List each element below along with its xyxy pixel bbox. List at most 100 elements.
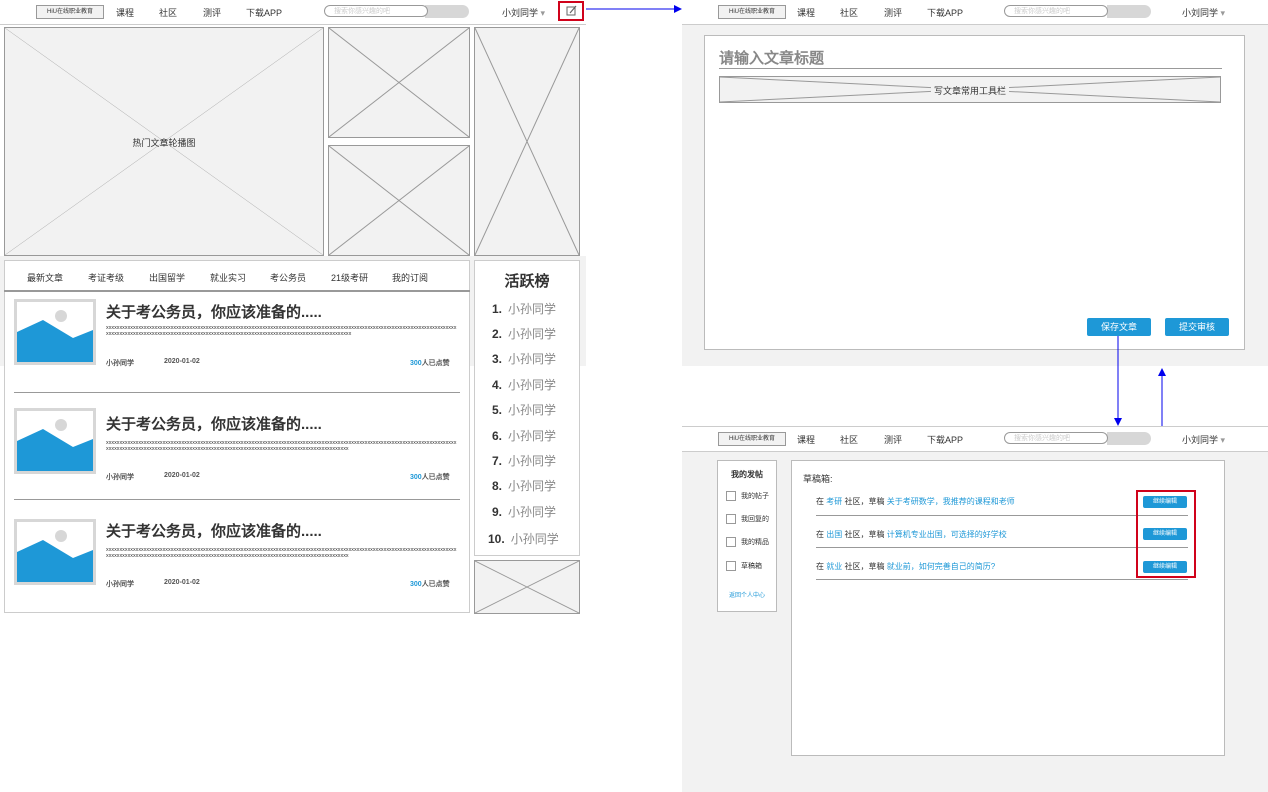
rank-number: 8. [492,479,503,493]
rank-name: 小孙同学 [508,505,557,519]
rank-name: 小孙同学 [508,403,557,417]
like-count: 300 [410,360,422,367]
submit-review-button[interactable]: 提交审核 [1165,318,1229,336]
draft-title-link[interactable]: 关于考研数学，我推荐的课程和老师 [887,497,1015,506]
article-likes: 300人已点赞 [410,579,450,589]
home-navbar: HiU在线职业教育 课程 社区 测评 下载APP 搜索你感兴趣的吧 小刘同学 ▾ [0,0,586,25]
ranking-item[interactable]: 1. 小孙同学 [492,300,556,317]
continue-edit-highlight [1136,490,1196,578]
ranking-item[interactable]: 8. 小孙同学 [492,477,556,494]
draft-divider [816,515,1188,516]
draft-title-link[interactable]: 就业前，如何完善自己的简历? [887,562,995,571]
nav-link-assessment[interactable]: 测评 [884,6,902,19]
nav-link-assessment[interactable]: 测评 [203,6,221,19]
home-logo[interactable]: HiU在线职业教育 [36,5,104,19]
search-button[interactable] [1107,432,1151,445]
nav-link-community[interactable]: 社区 [840,6,858,19]
user-name: 小刘同学 [502,8,539,18]
sidebar-item-label: 我的帖子 [741,493,769,500]
sidebar-item-my-featured[interactable]: 我的精品 [726,537,769,548]
search-input[interactable]: 搜索你感兴趣的吧 [324,5,428,17]
editor-logo[interactable]: HiU在线职业教育 [718,5,786,19]
sidebar-item-drafts[interactable]: 草稿箱 [726,561,762,572]
nav-link-assessment[interactable]: 测评 [884,433,902,446]
title-underline [719,68,1222,69]
tab-latest[interactable]: 最新文章 [27,271,63,284]
ranking-item[interactable]: 3. 小孙同学 [492,350,556,367]
banner-image-right[interactable] [474,27,580,256]
nav-link-courses[interactable]: 课程 [797,6,815,19]
carousel-label: 热门文章轮播图 [132,138,196,148]
article-title[interactable]: 关于考公务员，你应该准备的..... [106,301,322,322]
tab-subscriptions[interactable]: 我的订阅 [392,271,428,284]
rank-name: 小孙同学 [508,378,557,392]
draft-community-link[interactable]: 考研 [826,497,842,506]
like-count: 300 [410,474,422,481]
chevron-down-icon: ▾ [1220,8,1226,18]
nav-link-courses[interactable]: 课程 [116,6,134,19]
rank-name: 小孙同学 [508,327,557,341]
article-author[interactable]: 小孙同学 [106,358,134,368]
placeholder-cross-icon [475,561,579,613]
rank-number: 2. [492,327,503,341]
tab-internship[interactable]: 就业实习 [210,271,246,284]
search-button[interactable] [1107,5,1151,18]
article-date: 2020-01-02 [164,358,200,365]
nav-link-courses[interactable]: 课程 [797,433,815,446]
sidebar-item-my-posts[interactable]: 我的帖子 [726,491,769,502]
draft-prefix: 在 [816,562,824,571]
edit-icon [566,5,577,16]
ranking-item[interactable]: 7. 小孙同学 [492,452,556,469]
user-menu[interactable]: 小刘同学 ▾ [502,6,545,19]
banner-image-bottom[interactable] [328,145,470,256]
article-title[interactable]: 关于考公务员，你应该准备的..... [106,413,322,434]
ranking-item[interactable]: 9. 小孙同学 [492,503,556,520]
back-to-profile-link[interactable]: 返回个人中心 [717,590,777,599]
tab-postgrad-21[interactable]: 21级考研 [331,271,368,284]
nav-link-download-app[interactable]: 下载APP [246,6,282,19]
article-title[interactable]: 关于考公务员，你应该准备的..... [106,520,322,541]
like-count: 300 [410,581,422,588]
user-menu[interactable]: 小刘同学 ▾ [1182,433,1225,446]
hot-article-carousel[interactable]: 热门文章轮播图 [4,27,324,256]
ranking-item[interactable]: 5. 小孙同学 [492,401,556,418]
nav-link-community[interactable]: 社区 [840,433,858,446]
banner-image-top[interactable] [328,27,470,138]
rank-name: 小孙同学 [508,479,557,493]
save-article-button[interactable]: 保存文章 [1087,318,1151,336]
draft-community-link[interactable]: 出国 [826,530,842,539]
editor-toolbar[interactable]: 写文章常用工具栏 [719,76,1221,103]
ranking-item[interactable]: 10. 小孙同学 [488,530,559,547]
article-title-input[interactable]: 请输入文章标题 [719,47,824,68]
article-author[interactable]: 小孙同学 [106,472,134,482]
user-menu[interactable]: 小刘同学 ▾ [1182,6,1225,19]
draft-community-link[interactable]: 就业 [826,562,842,571]
draft-prefix: 在 [816,530,824,539]
ranking-item[interactable]: 6. 小孙同学 [492,427,556,444]
sidebar-item-my-replies[interactable]: 我回复的 [726,514,769,525]
drafts-logo[interactable]: HiU在线职业教育 [718,432,786,446]
nav-link-download-app[interactable]: 下载APP [927,433,963,446]
article-excerpt: xxxxxxxxxxxxxxxxxxxxxxxxxxxxxxxxxxxxxxxx… [106,548,457,559]
nav-link-community[interactable]: 社区 [159,6,177,19]
tab-civil-service[interactable]: 考公务员 [270,271,306,284]
search-button[interactable] [425,5,469,18]
article-author[interactable]: 小孙同学 [106,579,134,589]
like-suffix: 人已点赞 [421,474,450,481]
search-input[interactable]: 搜索你感兴趣的吧 [1004,5,1108,17]
tab-certificates[interactable]: 考证考级 [88,271,124,284]
search-input[interactable]: 搜索你感兴趣的吧 [1004,432,1108,444]
tab-study-abroad[interactable]: 出国留学 [149,271,185,284]
rank-number: 6. [492,429,503,443]
draft-title-link[interactable]: 计算机专业出国，可选择的好学校 [887,530,1007,539]
nav-link-download-app[interactable]: 下载APP [927,6,963,19]
article-likes: 300人已点赞 [410,358,450,368]
ranking-item[interactable]: 2. 小孙同学 [492,325,556,342]
ranking-item[interactable]: 4. 小孙同学 [492,376,556,393]
write-article-button[interactable] [558,1,584,21]
rank-number: 7. [492,454,503,468]
like-suffix: 人已点赞 [421,360,450,367]
rank-name: 小孙同学 [508,352,557,366]
rank-name: 小孙同学 [508,429,557,443]
ad-placeholder[interactable] [474,560,580,614]
